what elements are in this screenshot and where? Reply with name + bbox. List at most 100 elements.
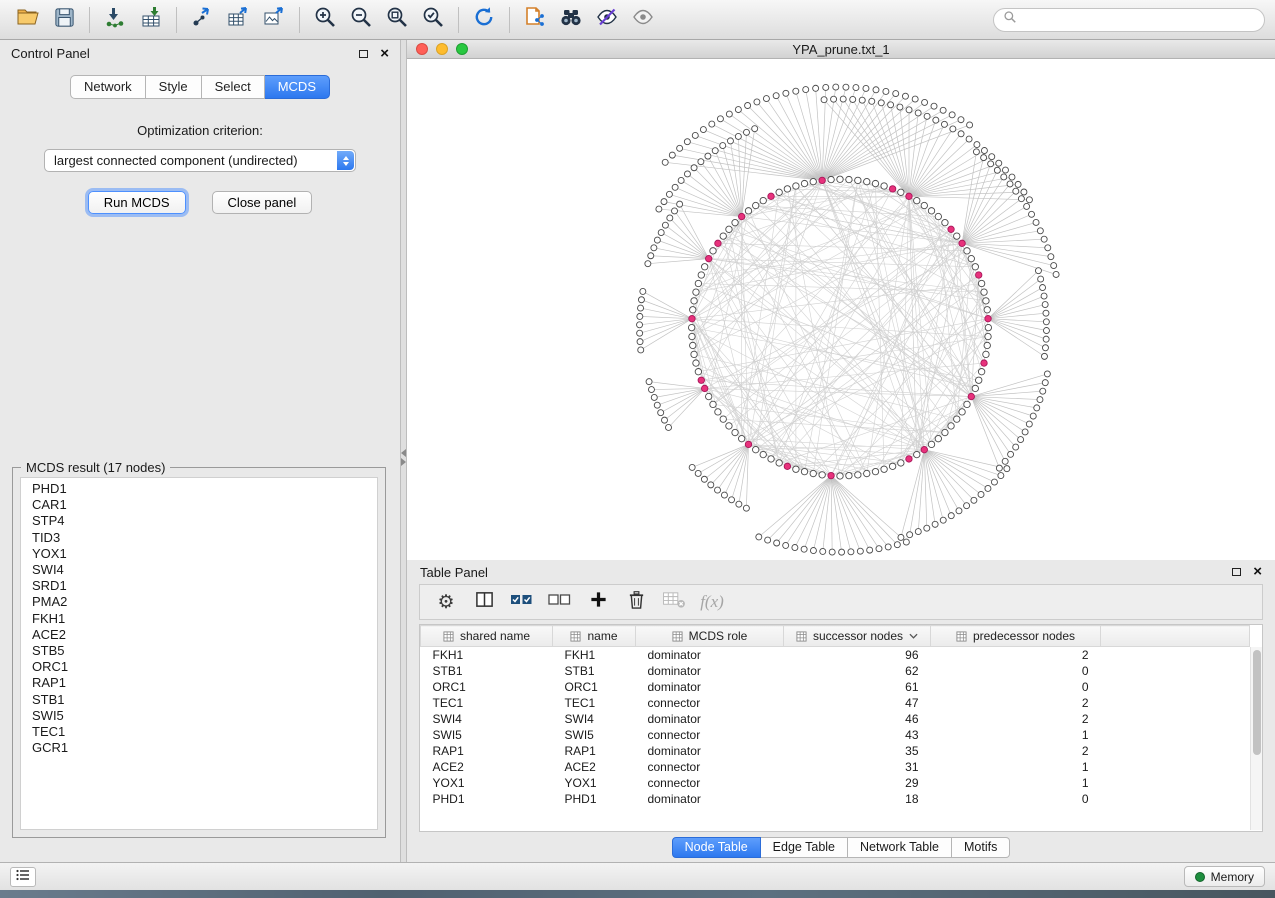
tab-node-table[interactable]: Node Table xyxy=(672,837,761,858)
status-bar: Memory xyxy=(0,862,1275,890)
mcds-result-title: MCDS result (17 nodes) xyxy=(21,460,170,475)
delete-column-button[interactable] xyxy=(622,588,650,616)
table-row[interactable]: TEC1TEC1connector472 xyxy=(421,695,1250,711)
table-row[interactable]: SWI4SWI4dominator462 xyxy=(421,711,1250,727)
select-all-button[interactable] xyxy=(508,588,536,616)
splitter-collapse-handle[interactable] xyxy=(401,448,406,467)
mcds-result-list[interactable]: PHD1CAR1STP4TID3YOX1SWI4SRD1PMA2FKH1ACE2… xyxy=(20,477,378,830)
import-table-button[interactable] xyxy=(133,3,169,37)
network-canvas xyxy=(407,59,1275,560)
export-image-button[interactable] xyxy=(256,3,292,37)
tab-select[interactable]: Select xyxy=(202,75,265,99)
tab-network-table[interactable]: Network Table xyxy=(848,837,952,858)
memory-button[interactable]: Memory xyxy=(1184,866,1265,887)
export-table-button[interactable] xyxy=(220,3,256,37)
network-titlebar[interactable]: YPA_prune.txt_1 xyxy=(407,40,1275,59)
tab-style[interactable]: Style xyxy=(146,75,202,99)
zoom-out-button[interactable] xyxy=(343,3,379,37)
window-maximize-light[interactable] xyxy=(456,43,468,55)
export-network-button[interactable] xyxy=(184,3,220,37)
table-row[interactable]: STB1STB1dominator620 xyxy=(421,663,1250,679)
memory-label: Memory xyxy=(1211,870,1254,884)
import-network-button[interactable] xyxy=(97,3,133,37)
task-history-button[interactable] xyxy=(10,867,36,887)
table-row[interactable]: ACE2ACE2connector311 xyxy=(421,759,1250,775)
search-network-button[interactable] xyxy=(553,3,589,37)
column-header-shared-name[interactable]: shared name xyxy=(421,626,553,647)
scrollbar-thumb[interactable] xyxy=(1253,650,1261,755)
mcds-node-item[interactable]: STP4 xyxy=(32,513,377,529)
mcds-node-item[interactable]: SWI5 xyxy=(32,708,377,724)
import-table-icon xyxy=(139,5,163,34)
mcds-node-item[interactable]: YOX1 xyxy=(32,546,377,562)
run-mcds-button[interactable]: Run MCDS xyxy=(88,191,186,214)
table-toolbar: ⚙ xyxy=(419,584,1263,620)
criterion-select[interactable]: largest connected component (undirected) xyxy=(44,149,356,172)
table-settings-button[interactable]: ⚙ xyxy=(432,588,460,616)
window-close-light[interactable] xyxy=(416,43,428,55)
show-columns-button[interactable] xyxy=(470,588,498,616)
zoom-fit-button[interactable] xyxy=(379,3,415,37)
column-header-predecessor-nodes[interactable]: predecessor nodes xyxy=(931,626,1101,647)
tab-mcds[interactable]: MCDS xyxy=(265,75,330,99)
close-panel-icon[interactable]: × xyxy=(380,49,389,59)
open-file-button[interactable] xyxy=(10,3,46,37)
criterion-select-value: largest connected component (undirected) xyxy=(54,153,298,168)
zoom-selected-button[interactable] xyxy=(415,3,451,37)
table-row[interactable]: PHD1PHD1dominator180 xyxy=(421,791,1250,807)
close-table-panel-icon[interactable]: × xyxy=(1253,567,1262,577)
mcds-result-group: MCDS result (17 nodes) PHD1CAR1STP4TID3Y… xyxy=(12,467,386,838)
column-header-mcds-role[interactable]: MCDS role xyxy=(636,626,784,647)
mcds-node-item[interactable]: TEC1 xyxy=(32,724,377,740)
plus-icon xyxy=(589,590,608,614)
table-panel-title: Table Panel xyxy=(420,565,488,580)
network-canvas-container[interactable] xyxy=(407,59,1275,560)
mcds-node-item[interactable]: GCR1 xyxy=(32,740,377,756)
zoom-in-button[interactable] xyxy=(307,3,343,37)
search-input[interactable] xyxy=(1023,12,1255,27)
mcds-node-item[interactable]: SWI4 xyxy=(32,562,377,578)
mcds-node-item[interactable]: TID3 xyxy=(32,530,377,546)
window-minimize-light[interactable] xyxy=(436,43,448,55)
column-header-name[interactable]: name xyxy=(553,626,636,647)
mcds-node-item[interactable]: STB1 xyxy=(32,692,377,708)
mcds-node-item[interactable]: ACE2 xyxy=(32,627,377,643)
refresh-layout-button[interactable] xyxy=(466,3,502,37)
tab-network[interactable]: Network xyxy=(70,75,146,99)
table-row[interactable]: FKH1FKH1dominator962 xyxy=(421,647,1250,663)
control-panel: Control Panel × Network Style Select MCD… xyxy=(0,40,400,862)
mcds-node-item[interactable]: CAR1 xyxy=(32,497,377,513)
mcds-node-item[interactable]: SRD1 xyxy=(32,578,377,594)
mcds-node-item[interactable]: ORC1 xyxy=(32,659,377,675)
mcds-node-item[interactable]: STB5 xyxy=(32,643,377,659)
float-table-panel-button[interactable] xyxy=(1232,568,1241,576)
zoom-fit-icon xyxy=(385,5,409,34)
tab-motifs[interactable]: Motifs xyxy=(952,837,1010,858)
table-row[interactable]: YOX1YOX1connector291 xyxy=(421,775,1250,791)
toolbar-separator xyxy=(458,7,459,33)
show-hide-details-button[interactable] xyxy=(625,3,661,37)
float-panel-button[interactable] xyxy=(359,50,368,58)
deselect-all-button[interactable] xyxy=(546,588,574,616)
column-header-successor-nodes[interactable]: successor nodes xyxy=(784,626,931,647)
save-button[interactable] xyxy=(46,3,82,37)
tab-edge-table[interactable]: Edge Table xyxy=(761,837,848,858)
mcds-node-item[interactable]: FKH1 xyxy=(32,611,377,627)
mcds-node-item[interactable]: RAP1 xyxy=(32,675,377,691)
table-row[interactable]: RAP1RAP1dominator352 xyxy=(421,743,1250,759)
analyzer-button[interactable] xyxy=(589,3,625,37)
memory-status-icon xyxy=(1195,872,1205,882)
open-folder-icon xyxy=(16,5,40,34)
table-scrollbar[interactable] xyxy=(1250,647,1262,830)
mcds-node-item[interactable]: PHD1 xyxy=(32,481,377,497)
eye-icon xyxy=(631,5,655,34)
share-document-button[interactable] xyxy=(517,3,553,37)
table-row[interactable]: ORC1ORC1dominator610 xyxy=(421,679,1250,695)
chevron-down-icon xyxy=(909,633,918,639)
toolbar-separator xyxy=(509,7,510,33)
panel-splitter[interactable] xyxy=(400,40,407,862)
table-row[interactable]: SWI5SWI5connector431 xyxy=(421,727,1250,743)
mcds-node-item[interactable]: PMA2 xyxy=(32,594,377,610)
close-panel-button[interactable]: Close panel xyxy=(212,191,313,214)
add-column-button[interactable] xyxy=(584,588,612,616)
